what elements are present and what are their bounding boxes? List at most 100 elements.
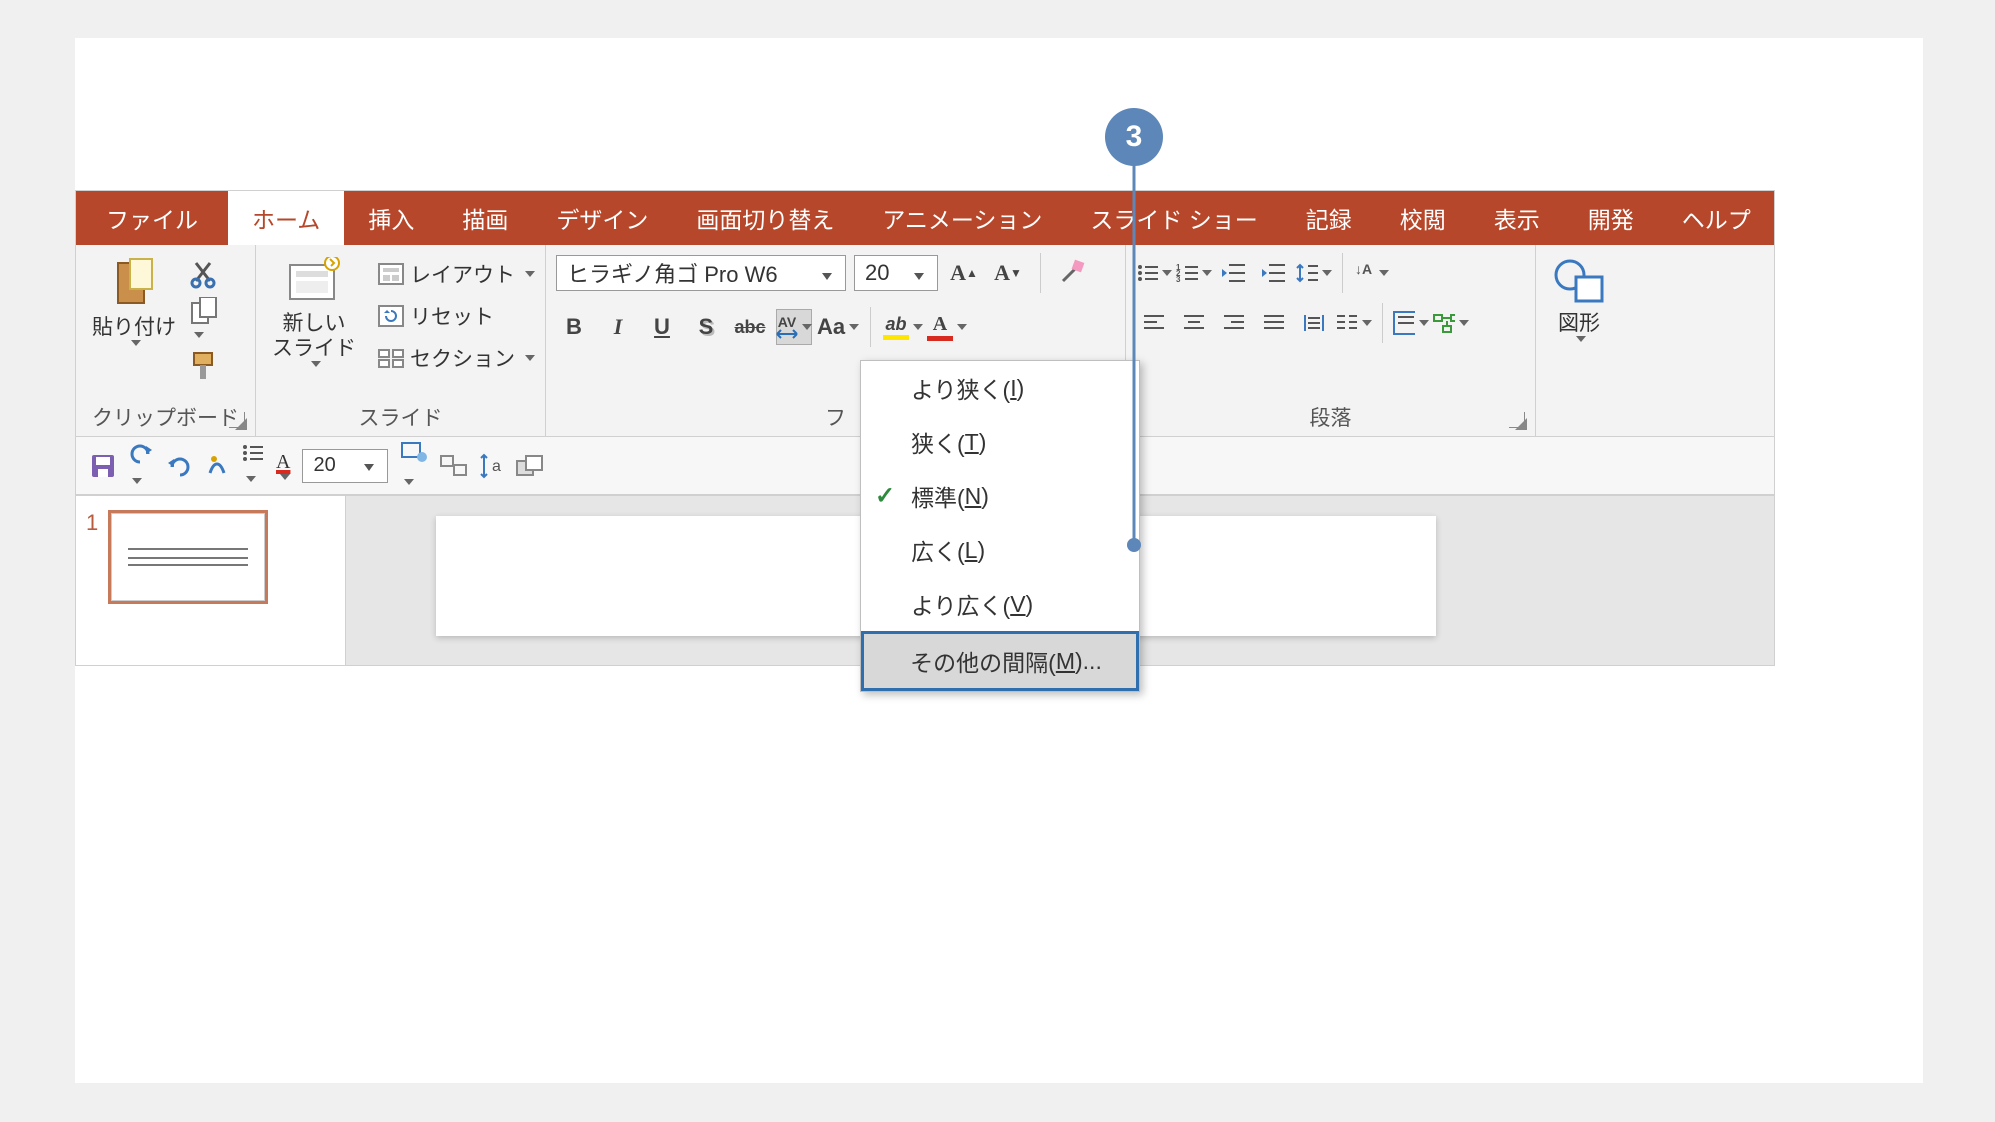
check-icon: ✓	[875, 482, 895, 511]
layout-button[interactable]: レイアウト	[372, 257, 541, 291]
undo-button[interactable]	[128, 442, 154, 490]
group-paragraph: 123 ↓A	[1126, 245, 1536, 436]
font-color-button[interactable]: A	[929, 309, 965, 345]
copy-icon[interactable]	[190, 297, 220, 343]
thumb-number: 1	[86, 510, 98, 651]
tab-file[interactable]: ファイル	[76, 191, 228, 245]
svg-text:a: a	[492, 458, 501, 475]
group-shapes: 図形	[1536, 245, 1774, 436]
new-slide-icon	[286, 257, 342, 305]
group-clipboard: 貼り付け クリップボード	[76, 245, 256, 436]
spacing-tight[interactable]: 狭く(T)	[861, 415, 1139, 469]
text-direction-button[interactable]: ↓A	[1353, 255, 1389, 291]
separator	[1382, 303, 1383, 343]
tab-help[interactable]: ヘルプ	[1658, 191, 1775, 245]
callout-badge-3: 3	[1105, 108, 1163, 166]
reset-icon	[378, 305, 404, 327]
distributed-button[interactable]	[1296, 305, 1332, 341]
shapes-label: 図形	[1558, 311, 1600, 336]
tab-developer[interactable]: 開発	[1564, 191, 1658, 245]
numbering-button[interactable]: 123	[1176, 255, 1212, 291]
change-case-button[interactable]: Aa	[820, 309, 856, 345]
chevron-down-icon	[909, 260, 929, 286]
tab-insert[interactable]: 挿入	[344, 191, 438, 245]
separator	[1040, 253, 1041, 293]
redo-button[interactable]	[166, 455, 192, 477]
char-spacing-menu: より狭く(I) 狭く(T) ✓ 標準(N) 広く(L) より広く(V) その他の…	[860, 360, 1140, 692]
separator	[870, 307, 871, 347]
section-label: セクション	[410, 343, 515, 373]
tab-home[interactable]: ホーム	[228, 191, 344, 245]
tab-animations[interactable]: アニメーション	[858, 191, 1066, 245]
bullets-button[interactable]	[1136, 255, 1172, 291]
increase-indent-button[interactable]	[1256, 255, 1292, 291]
paragraph-launcher[interactable]	[1509, 412, 1525, 428]
highlight-button[interactable]: ab	[885, 309, 921, 345]
format-painter-icon[interactable]	[190, 351, 220, 381]
align-left-button[interactable]	[1136, 305, 1172, 341]
tab-review[interactable]: 校閲	[1376, 191, 1470, 245]
font-color-qat[interactable]: A	[276, 451, 290, 480]
svg-text:3: 3	[1176, 275, 1181, 283]
smartart-button[interactable]	[1433, 305, 1469, 341]
spacing-very-tight[interactable]: より狭く(I)	[861, 361, 1139, 415]
italic-button[interactable]: I	[600, 309, 636, 345]
thumbnail-pane[interactable]: 1	[76, 496, 346, 665]
tab-draw[interactable]: 描画	[438, 191, 532, 245]
spacing-very-loose[interactable]: より広く(V)	[861, 577, 1139, 631]
ribbon-tabs: ファイル ホーム 挿入 描画 デザイン 画面切り替え アニメーション スライド …	[76, 191, 1774, 245]
spacing-normal[interactable]: ✓ 標準(N)	[861, 469, 1139, 523]
paste-button[interactable]: 貼り付け	[86, 253, 182, 346]
section-icon	[378, 347, 404, 369]
bullets-qat[interactable]	[242, 444, 264, 488]
clear-format-button[interactable]	[1055, 255, 1091, 291]
font-family-value: ヒラギノ角ゴ Pro W6	[567, 257, 817, 289]
tab-slideshow[interactable]: スライド ショー	[1066, 191, 1281, 245]
align-qat[interactable]: a	[480, 453, 504, 479]
strikethrough-button[interactable]: abc	[732, 309, 768, 345]
font-size-qat[interactable]: 20	[302, 449, 388, 483]
slide-thumbnail-1[interactable]	[108, 510, 268, 604]
font-size-combo[interactable]: 20	[854, 255, 938, 291]
char-spacing-button[interactable]: AV	[776, 309, 812, 345]
decrease-indent-button[interactable]	[1216, 255, 1252, 291]
underline-button[interactable]: U	[644, 309, 680, 345]
paste-label: 貼り付け	[92, 315, 176, 340]
tab-transitions[interactable]: 画面切り替え	[672, 191, 858, 245]
svg-text:↓A: ↓A	[1355, 261, 1372, 277]
spacing-label: AV	[778, 315, 796, 329]
increase-font-button[interactable]: A▲	[946, 255, 982, 291]
new-slide-button[interactable]: 新しい スライド	[266, 253, 362, 367]
justify-button[interactable]	[1256, 305, 1292, 341]
font-family-combo[interactable]: ヒラギノ角ゴ Pro W6	[556, 255, 846, 291]
font-size-value: 20	[865, 260, 909, 286]
tab-design[interactable]: デザイン	[532, 191, 672, 245]
align-center-button[interactable]	[1176, 305, 1212, 341]
thumb-content	[128, 548, 248, 566]
save-icon[interactable]	[90, 453, 116, 479]
layers-qat[interactable]	[516, 455, 544, 477]
spacing-loose[interactable]: 広く(L)	[861, 523, 1139, 577]
columns-button[interactable]	[1336, 305, 1372, 341]
cut-icon[interactable]	[190, 259, 220, 289]
group-paragraph-label: 段落	[1310, 402, 1352, 432]
ink-button[interactable]	[204, 453, 230, 479]
spacing-more-options[interactable]: その他の間隔(M)...	[861, 631, 1139, 691]
chevron-down-icon	[359, 454, 379, 477]
align-text-button[interactable]	[1393, 305, 1429, 341]
group-font-label-partial: フ	[825, 402, 846, 432]
decrease-font-button[interactable]: A▼	[990, 255, 1026, 291]
group-qat[interactable]	[440, 455, 468, 477]
tab-record[interactable]: 記録	[1282, 191, 1376, 245]
shape-fill-qat[interactable]	[400, 441, 428, 491]
line-spacing-button[interactable]	[1296, 255, 1332, 291]
section-button[interactable]: セクション	[372, 341, 541, 375]
bold-button[interactable]: B	[556, 309, 592, 345]
text-shadow-button[interactable]: S	[688, 309, 724, 345]
qat-size-value: 20	[313, 454, 359, 477]
tab-view[interactable]: 表示	[1470, 191, 1564, 245]
align-right-button[interactable]	[1216, 305, 1252, 341]
reset-button[interactable]: リセット	[372, 299, 541, 333]
shapes-button[interactable]: 図形	[1546, 253, 1612, 342]
clipboard-launcher[interactable]	[229, 412, 245, 428]
